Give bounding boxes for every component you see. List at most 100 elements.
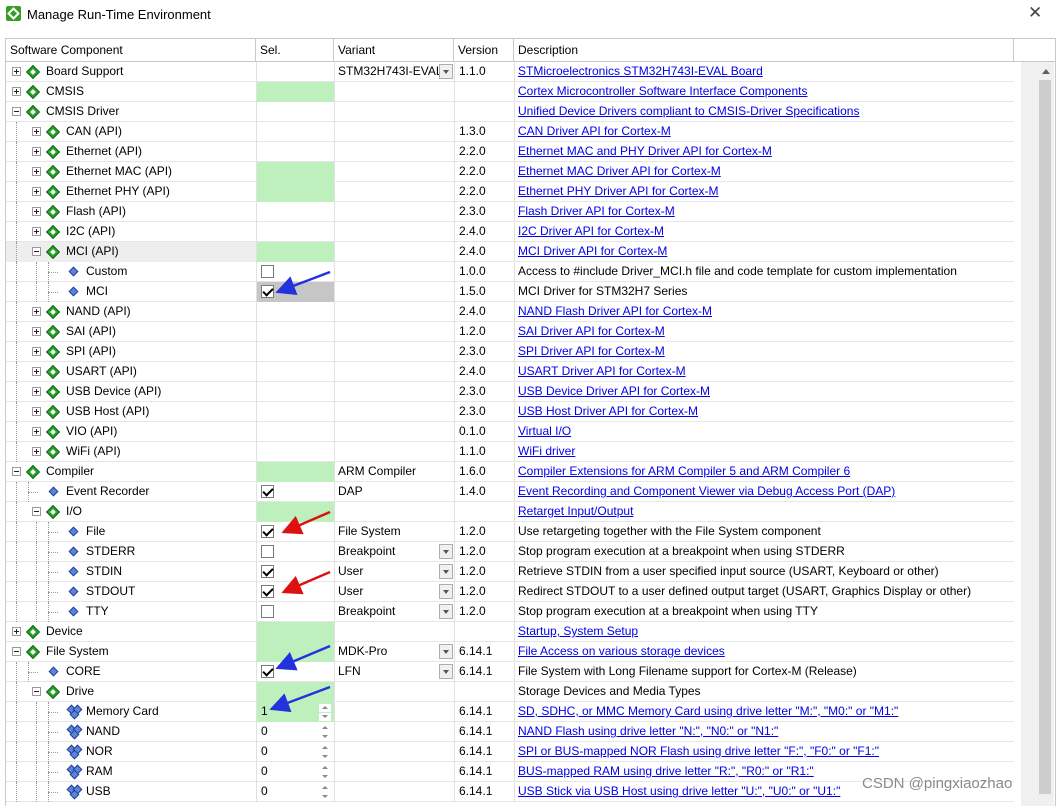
description-link[interactable]: Virtual I/O [518,424,571,438]
table-row[interactable]: USB Device (API) 2.3.0 USB Device Driver A… [6,382,1014,402]
selection-cell[interactable] [256,602,334,622]
description-link[interactable]: USART Driver API for Cortex-M [518,364,686,378]
instance-spinner[interactable] [319,723,333,741]
spin-down-icon[interactable] [319,753,331,761]
spin-down-icon[interactable] [319,773,331,781]
description-link[interactable]: SAI Driver API for Cortex-M [518,324,665,338]
chevron-down-icon[interactable] [439,544,453,559]
expand-icon[interactable] [32,367,41,376]
table-row[interactable]: CMSIS Cortex Microcontroller Software Int… [6,82,1014,102]
table-row[interactable]: WiFi (API) 1.1.0 WiFi driver [6,442,1014,462]
select-checkbox[interactable] [261,585,274,598]
description-link[interactable]: CAN Driver API for Cortex-M [518,124,671,138]
selection-cell[interactable] [256,522,334,542]
select-checkbox[interactable] [261,285,274,298]
variant-cell[interactable]: LFN [334,662,454,682]
expand-icon[interactable] [32,347,41,356]
spin-up-icon[interactable] [319,724,331,732]
close-icon[interactable]: ✕ [1028,3,1042,23]
table-row[interactable]: USB Host (API) 2.3.0 USB Host Driver API f… [6,402,1014,422]
expand-icon[interactable] [32,147,41,156]
expand-icon[interactable] [32,327,41,336]
scroll-up-icon[interactable] [1038,64,1053,78]
table-row[interactable]: Drive Storage Devices and Media Types [6,682,1014,702]
variant-cell[interactable]: Breakpoint [334,602,454,622]
selection-cell[interactable]: 0 [256,722,334,742]
description-link[interactable]: SPI or BUS-mapped NOR Flash using drive … [518,744,879,758]
instance-count[interactable]: 1 [261,702,268,721]
variant-cell[interactable]: STM32H743I-EVAL [334,62,454,82]
instance-spinner[interactable] [319,783,333,801]
spin-up-icon[interactable] [319,704,331,712]
description-link[interactable]: Ethernet PHY Driver API for Cortex-M [518,184,719,198]
selection-cell[interactable] [256,642,334,662]
chevron-down-icon[interactable] [439,64,453,79]
instance-count[interactable]: 0 [261,722,268,741]
selection-cell[interactable]: 0 [256,762,334,782]
table-row[interactable]: Device Startup, System Setup [6,622,1014,642]
expand-icon[interactable] [32,407,41,416]
table-row[interactable]: File System MDK-Pro 6.14.1 File Access on v… [6,642,1014,662]
col-header-component[interactable]: Software Component [6,39,256,61]
selection-cell[interactable] [256,462,334,482]
table-row[interactable]: CAN (API) 1.3.0 CAN Driver API for Cortex-… [6,122,1014,142]
table-row[interactable]: File File System 1.2.0 Use retargeting toge… [6,522,1014,542]
expand-icon[interactable] [32,127,41,136]
expand-icon[interactable] [32,307,41,316]
table-row[interactable]: CORE LFN 6.14.1 File System with Long Filen… [6,662,1014,682]
description-link[interactable]: Flash Driver API for Cortex-M [518,204,675,218]
table-row[interactable]: I2C (API) 2.4.0 I2C Driver API for Cortex-… [6,222,1014,242]
select-checkbox[interactable] [261,265,274,278]
description-link[interactable]: NAND Flash using drive letter "N:", "N0:… [518,724,778,738]
table-row[interactable]: Event Recorder DAP 1.4.0 Event Recording an… [6,482,1014,502]
description-link[interactable]: WiFi driver [518,444,575,458]
chevron-down-icon[interactable] [439,564,453,579]
selection-cell[interactable] [256,562,334,582]
description-link[interactable]: Unified Device Drivers compliant to CMSI… [518,104,859,118]
select-checkbox[interactable] [261,525,274,538]
spin-up-icon[interactable] [319,784,331,792]
spin-down-icon[interactable] [319,793,331,801]
collapse-icon[interactable] [32,247,41,256]
chevron-down-icon[interactable] [439,604,453,619]
collapse-icon[interactable] [32,687,41,696]
description-link[interactable]: STMicroelectronics STM32H743I-EVAL Board [518,64,763,78]
description-link[interactable]: USB Host Driver API for Cortex-M [518,404,698,418]
description-link[interactable]: Compiler Extensions for ARM Compiler 5 a… [518,464,850,478]
selection-cell[interactable] [256,242,334,262]
expand-icon[interactable] [32,187,41,196]
description-link[interactable]: I2C Driver API for Cortex-M [518,224,664,238]
table-row[interactable]: MCI (API) 2.4.0 MCI Driver API for Cortex-… [6,242,1014,262]
selection-cell[interactable] [256,662,334,682]
table-row[interactable]: Custom 1.0.0 Access to #include Driver_MCI… [6,262,1014,282]
vertical-scrollbar[interactable] [1021,62,1054,806]
table-row[interactable]: NOR 0 6.14.1 SPI or BUS-mapped NOR Flash us… [6,742,1014,762]
table-row[interactable]: Memory Card 1 6.14.1 SD, SDHC, or MMC Memor… [6,702,1014,722]
expand-icon[interactable] [32,387,41,396]
table-row[interactable]: NAND (API) 2.4.0 NAND Flash Driver API for… [6,302,1014,322]
col-header-variant[interactable]: Variant [334,39,454,61]
expand-icon[interactable] [12,627,21,636]
chevron-down-icon[interactable] [439,644,453,659]
table-row[interactable]: Ethernet MAC (API) 2.2.0 Ethernet MAC Driv… [6,162,1014,182]
expand-icon[interactable] [32,167,41,176]
expand-icon[interactable] [12,87,21,96]
instance-spinner[interactable] [319,763,333,781]
selection-cell[interactable] [256,82,334,102]
expand-icon[interactable] [32,447,41,456]
table-row[interactable]: I/O Retarget Input/Output [6,502,1014,522]
selection-cell[interactable]: 0 [256,782,334,802]
spin-down-icon[interactable] [319,713,331,721]
selection-cell[interactable] [256,582,334,602]
selection-cell[interactable] [256,162,334,182]
selection-cell[interactable] [256,282,334,302]
description-link[interactable]: NAND Flash Driver API for Cortex-M [518,304,712,318]
description-link[interactable]: Retarget Input/Output [518,504,633,518]
table-row[interactable]: Ethernet PHY (API) 2.2.0 Ethernet PHY Driv… [6,182,1014,202]
select-checkbox[interactable] [261,565,274,578]
select-checkbox[interactable] [261,665,274,678]
table-row[interactable]: Flash (API) 2.3.0 Flash Driver API for Cor… [6,202,1014,222]
description-link[interactable]: SPI Driver API for Cortex-M [518,344,665,358]
description-link[interactable]: SD, SDHC, or MMC Memory Card using drive… [518,704,898,718]
variant-cell[interactable]: User [334,582,454,602]
